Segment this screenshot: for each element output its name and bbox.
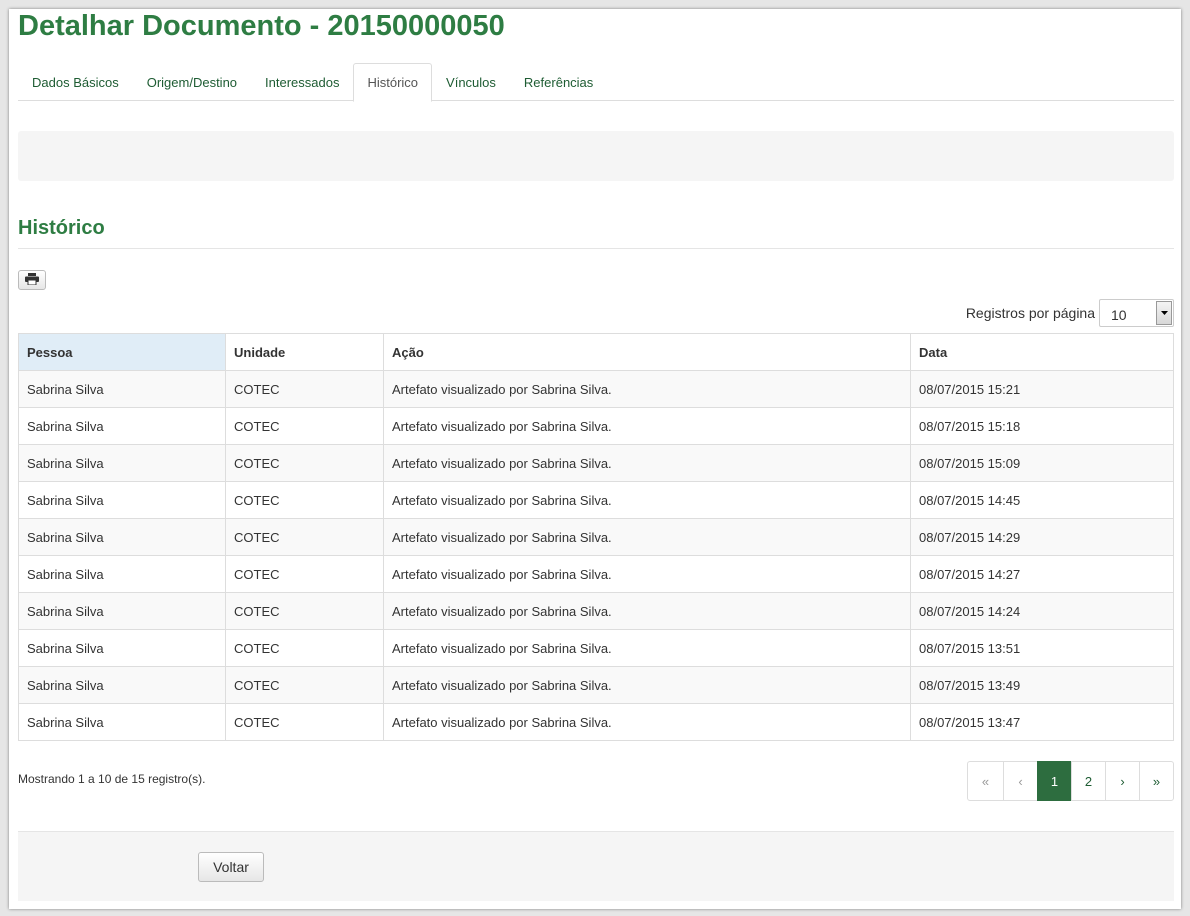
back-button[interactable]: Voltar [198, 852, 264, 882]
table-row: Sabrina Silva COTEC Artefato visualizado… [18, 592, 1174, 630]
cell-pessoa: Sabrina Silva [18, 629, 226, 667]
cell-unidade: COTEC [225, 629, 384, 667]
table-row: Sabrina Silva COTEC Artefato visualizado… [18, 666, 1174, 704]
history-table: Pessoa Unidade Ação Data Sabrina Silva C… [18, 333, 1174, 741]
cell-pessoa: Sabrina Silva [18, 407, 226, 445]
table-row: Sabrina Silva COTEC Artefato visualizado… [18, 555, 1174, 593]
tab-vinculos[interactable]: Vínculos [432, 63, 510, 101]
pagination-page-2[interactable]: 2 [1071, 761, 1106, 801]
pagination-summary: Mostrando 1 a 10 de 15 registro(s). [18, 772, 206, 786]
cell-data: 08/07/2015 15:18 [910, 407, 1174, 445]
cell-acao: Artefato visualizado por Sabrina Silva. [383, 407, 911, 445]
cell-acao: Artefato visualizado por Sabrina Silva. [383, 444, 911, 482]
pagination-next[interactable]: › [1105, 761, 1140, 801]
table-row: Sabrina Silva COTEC Artefato visualizado… [18, 444, 1174, 482]
table-row: Sabrina Silva COTEC Artefato visualizado… [18, 629, 1174, 667]
cell-unidade: COTEC [225, 555, 384, 593]
pagination-prev[interactable]: ‹ [1003, 761, 1038, 801]
cell-unidade: COTEC [225, 444, 384, 482]
tab-historico[interactable]: Histórico [353, 63, 433, 102]
section-divider [18, 248, 1174, 249]
column-header-acao[interactable]: Ação [383, 333, 911, 371]
pagination-first[interactable]: « [967, 761, 1004, 801]
cell-unidade: COTEC [225, 592, 384, 630]
print-button[interactable] [18, 270, 46, 290]
cell-pessoa: Sabrina Silva [18, 592, 226, 630]
tab-dados-basicos[interactable]: Dados Básicos [18, 63, 133, 101]
cell-pessoa: Sabrina Silva [18, 370, 226, 408]
records-per-page-select[interactable]: 10 [1099, 299, 1174, 327]
info-panel [18, 131, 1174, 181]
chevron-down-icon[interactable] [1156, 301, 1172, 325]
page-title: Detalhar Documento - 20150000050 [18, 10, 505, 42]
cell-unidade: COTEC [225, 481, 384, 519]
cell-acao: Artefato visualizado por Sabrina Silva. [383, 703, 911, 741]
print-icon [25, 272, 39, 288]
cell-pessoa: Sabrina Silva [18, 703, 226, 741]
tab-origem-destino[interactable]: Origem/Destino [133, 63, 251, 101]
cell-data: 08/07/2015 13:47 [910, 703, 1174, 741]
pagination: « ‹ 1 2 › » [967, 761, 1174, 801]
table-header-row: Pessoa Unidade Ação Data [18, 333, 1174, 371]
cell-unidade: COTEC [225, 370, 384, 408]
cell-data: 08/07/2015 14:29 [910, 518, 1174, 556]
records-per-page: Registros por página 10 [966, 299, 1174, 327]
table-row: Sabrina Silva COTEC Artefato visualizado… [18, 370, 1174, 408]
column-header-pessoa[interactable]: Pessoa [18, 333, 226, 371]
section-title: Histórico [18, 217, 105, 239]
cell-pessoa: Sabrina Silva [18, 444, 226, 482]
table-row: Sabrina Silva COTEC Artefato visualizado… [18, 481, 1174, 519]
tab-interessados[interactable]: Interessados [251, 63, 353, 101]
table-row: Sabrina Silva COTEC Artefato visualizado… [18, 518, 1174, 556]
cell-acao: Artefato visualizado por Sabrina Silva. [383, 555, 911, 593]
cell-data: 08/07/2015 14:45 [910, 481, 1174, 519]
cell-data: 08/07/2015 15:21 [910, 370, 1174, 408]
cell-data: 08/07/2015 15:09 [910, 444, 1174, 482]
cell-data: 08/07/2015 13:51 [910, 629, 1174, 667]
cell-data: 08/07/2015 14:27 [910, 555, 1174, 593]
records-per-page-value: 10 [1111, 307, 1127, 323]
pagination-last[interactable]: » [1139, 761, 1174, 801]
tab-bar: Dados Básicos Origem/Destino Interessado… [18, 63, 1174, 102]
column-header-unidade[interactable]: Unidade [225, 333, 384, 371]
cell-unidade: COTEC [225, 518, 384, 556]
pagination-page-1[interactable]: 1 [1037, 761, 1072, 801]
table-row: Sabrina Silva COTEC Artefato visualizado… [18, 703, 1174, 741]
cell-acao: Artefato visualizado por Sabrina Silva. [383, 666, 911, 704]
page-container: Detalhar Documento - 20150000050 Dados B… [9, 9, 1181, 909]
cell-pessoa: Sabrina Silva [18, 518, 226, 556]
cell-unidade: COTEC [225, 703, 384, 741]
cell-unidade: COTEC [225, 666, 384, 704]
records-per-page-label: Registros por página [965, 305, 1095, 321]
cell-data: 08/07/2015 13:49 [910, 666, 1174, 704]
cell-unidade: COTEC [225, 407, 384, 445]
column-header-data[interactable]: Data [910, 333, 1174, 371]
cell-data: 08/07/2015 14:24 [910, 592, 1174, 630]
table-row: Sabrina Silva COTEC Artefato visualizado… [18, 407, 1174, 445]
cell-acao: Artefato visualizado por Sabrina Silva. [383, 629, 911, 667]
cell-acao: Artefato visualizado por Sabrina Silva. [383, 592, 911, 630]
cell-pessoa: Sabrina Silva [18, 666, 226, 704]
cell-acao: Artefato visualizado por Sabrina Silva. [383, 481, 911, 519]
cell-pessoa: Sabrina Silva [18, 481, 226, 519]
cell-acao: Artefato visualizado por Sabrina Silva. [383, 518, 911, 556]
tab-referencias[interactable]: Referências [510, 63, 607, 101]
cell-acao: Artefato visualizado por Sabrina Silva. [383, 370, 911, 408]
cell-pessoa: Sabrina Silva [18, 555, 226, 593]
form-actions: Voltar [18, 831, 1174, 901]
